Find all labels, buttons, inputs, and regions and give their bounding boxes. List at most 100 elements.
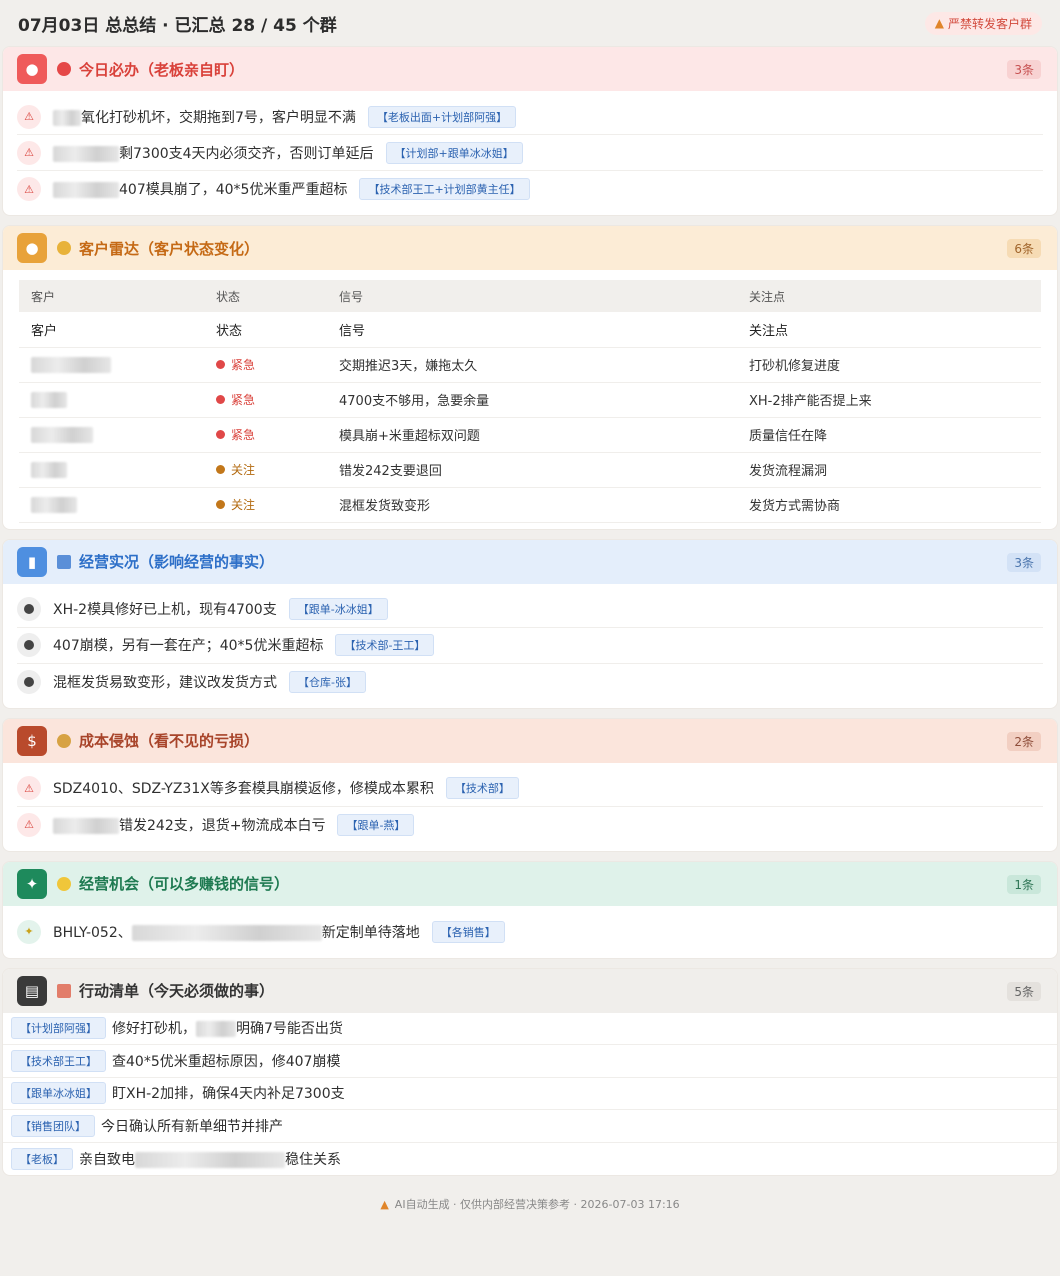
- list-item: ⚠ 氧化打砂机坏，交期拖到7号，客户明显不满 【老板出面+计划部阿强】: [17, 99, 1043, 135]
- action-text: 亲自致电 稳住关系: [79, 1149, 341, 1169]
- radar-table-wrap: 客户 状态 信号 关注点 客户 状态 信号 关注点 紧急 交期推迟3天，嫌拖太久: [3, 270, 1057, 529]
- status-cell: 紧急: [204, 382, 327, 418]
- item-text: 407模具崩了，40*5优米重严重超标: [53, 179, 347, 199]
- radar-card-header: ● 客户雷达（客户状态变化） 6条: [3, 226, 1057, 270]
- status-text: 紧急: [231, 358, 256, 372]
- alert-icon: ⚠: [17, 812, 41, 837]
- focus-cell: 打砂机修复进度: [737, 347, 1041, 383]
- radar-card-title: 客户雷达（客户状态变化）: [79, 239, 260, 258]
- facts-count-badge: 3条: [1007, 552, 1041, 572]
- list-item: ⚠ SDZ4010、SDZ-YZ31X等多套模具崩模返修，修模成本累积 【技术部…: [17, 771, 1043, 807]
- list-item: 407崩模，另有一套在产；40*5优米重超标 【技术部-王工】: [17, 628, 1043, 664]
- cost-list: ⚠ SDZ4010、SDZ-YZ31X等多套模具崩模返修，修模成本累积 【技术部…: [3, 763, 1057, 851]
- signal-cell: 错发242支要退回: [327, 452, 737, 488]
- owner-tag: 【技术部王工】: [11, 1049, 106, 1072]
- money-bag-icon: $: [17, 725, 47, 756]
- bullet-dot-icon: [17, 633, 41, 657]
- status-dot-icon: [216, 360, 225, 369]
- signal-cell: 模具崩+米重超标双问题: [327, 417, 737, 453]
- lightbulb-bullet-icon: ✦: [17, 919, 41, 944]
- owner-tag: 【技术部-王工】: [335, 634, 435, 656]
- table-row: 紧急 模具崩+米重超标双问题 质量信任在降: [19, 417, 1041, 453]
- owner-tag: 【老板出面+计划部阿强】: [367, 105, 517, 128]
- status-text: 关注: [231, 463, 256, 477]
- alert-icon: ⚠: [17, 140, 41, 165]
- table-cell: 状态: [204, 312, 327, 348]
- redacted-text: [31, 461, 67, 478]
- redacted-text: [53, 145, 119, 162]
- redacted-text: [131, 924, 322, 941]
- signal-cell: 交期推迟3天，嫌拖太久: [327, 347, 737, 383]
- status-badge: 紧急: [216, 356, 255, 373]
- urgent-card: ● 今日必办（老板亲自盯） 3条 ⚠ 氧化打砂机坏，交期拖到7号，客户明显不满 …: [2, 46, 1058, 216]
- action-text-start: 亲自致电: [79, 1151, 135, 1168]
- alert-icon: ⚠: [17, 776, 41, 800]
- urgent-card-title: 今日必办（老板亲自盯）: [79, 60, 245, 79]
- status-text: 紧急: [231, 393, 256, 407]
- column-header: 客户: [19, 280, 204, 312]
- warning-text: 严禁转发客户群: [947, 16, 1032, 31]
- yellow-circle-icon: ●: [17, 233, 47, 263]
- opportunity-card-title: 经营机会（可以多赚钱的信号）: [79, 875, 290, 893]
- status-cell: 紧急: [204, 347, 327, 383]
- action-text: 今日确认所有新单细节并排产: [101, 1118, 283, 1135]
- signal-cell: 4700支不够用，急要余量: [327, 382, 737, 418]
- action-item: 【老板】 亲自致电 稳住关系: [3, 1143, 1057, 1176]
- redacted-text: [196, 1021, 236, 1038]
- facts-list: XH-2模具修好已上机，现有4700支 【跟单-冰冰姐】 407崩模，另有一套在…: [3, 584, 1057, 708]
- action-text: 修好打砂机， 明确7号能否出货: [112, 1018, 343, 1038]
- table-cell: 信号: [327, 312, 737, 348]
- facts-card: ▮ 经营实况（影响经营的事实） 3条 XH-2模具修好已上机，现有4700支 【…: [2, 538, 1058, 709]
- item-text-body: 氧化打砂机坏，交期拖到7号，客户明显不满: [81, 109, 356, 126]
- table-cell: 客户: [19, 312, 204, 348]
- bar-chart-icon: ▮: [17, 546, 47, 577]
- alert-icon: ⚠: [17, 177, 41, 201]
- status-cell: 关注: [204, 452, 327, 488]
- owner-tag: 【跟单-燕】: [337, 813, 415, 836]
- cost-card-header: $ 成本侵蚀（看不见的亏损） 2条: [3, 718, 1057, 763]
- action-text-end: 稳住关系: [285, 1151, 341, 1168]
- action-item: 【跟单冰冰姐】 盯XH-2加排，确保4天内补足7300支: [3, 1078, 1057, 1110]
- action-item: 【销售团队】 今日确认所有新单细节并排产: [3, 1110, 1057, 1143]
- status-text: 紧急: [231, 428, 256, 442]
- urgent-card-header: ● 今日必办（老板亲自盯） 3条: [3, 47, 1057, 91]
- status-text: 关注: [231, 498, 256, 512]
- owner-tag: 【跟单冰冰姐】: [11, 1082, 106, 1105]
- action-text-start: 修好打砂机，: [112, 1021, 196, 1038]
- item-text-start: BHLY-052、: [53, 924, 132, 941]
- focus-cell: 发货方式需协商: [737, 487, 1041, 523]
- owner-tag: 【计划部+跟单冰冰姐】: [385, 141, 523, 164]
- opportunity-card: ✦ 经营机会（可以多赚钱的信号） 1条 ✦ BHLY-052、 新定制单待落地 【…: [2, 860, 1058, 959]
- status-badge: 紧急: [216, 426, 255, 443]
- lightbulb-small-icon: [57, 876, 71, 891]
- item-text-end: 新定制单待落地: [321, 924, 420, 941]
- chart-icon: [57, 554, 71, 569]
- redacted-text: [53, 817, 119, 834]
- alert-icon: ⚠: [17, 104, 41, 129]
- list-item: ⚠ 407模具崩了，40*5优米重严重超标 【技术部王工+计划部黄主任】: [17, 171, 1043, 207]
- redacted-text: [31, 391, 67, 408]
- urgent-count-badge: 3条: [1007, 60, 1041, 79]
- focus-cell: XH-2排产能否提上来: [737, 382, 1041, 418]
- customer-cell: [19, 347, 204, 383]
- table-row: 客户 状态 信号 关注点: [19, 312, 1041, 348]
- lightbulb-icon: ✦: [17, 868, 47, 899]
- actions-card: ▤ 行动清单（今天必须做的事） 5条 【计划部阿强】 修好打砂机， 明确7号能否出…: [2, 967, 1058, 1176]
- status-dot-icon: [216, 395, 225, 404]
- owner-tag: 【技术部】: [445, 777, 519, 799]
- opportunity-count-badge: 1条: [1007, 874, 1041, 894]
- status-badge: 关注: [216, 461, 255, 478]
- item-text: 错发242支，退货+物流成本白亏: [53, 815, 325, 835]
- owner-tag: 【技术部王工+计划部黄主任】: [359, 178, 530, 200]
- redacted-text: [31, 426, 93, 443]
- item-text: 剩7300支4天内必须交齐，否则订单延后: [53, 143, 374, 163]
- urgent-list: ⚠ 氧化打砂机坏，交期拖到7号，客户明显不满 【老板出面+计划部阿强】 ⚠ 剩7…: [3, 91, 1057, 215]
- opportunity-list: ✦ BHLY-052、 新定制单待落地 【各销售】: [3, 906, 1057, 958]
- customer-cell: [19, 382, 204, 418]
- no-forward-badge: ▲ 严禁转发客户群: [924, 11, 1042, 35]
- redacted-text: [53, 109, 81, 126]
- owner-tag: 【各销售】: [431, 920, 505, 943]
- column-header: 状态: [204, 280, 327, 312]
- table-row: 紧急 4700支不够用，急要余量 XH-2排产能否提上来: [19, 382, 1041, 418]
- status-dot-icon: [216, 430, 225, 439]
